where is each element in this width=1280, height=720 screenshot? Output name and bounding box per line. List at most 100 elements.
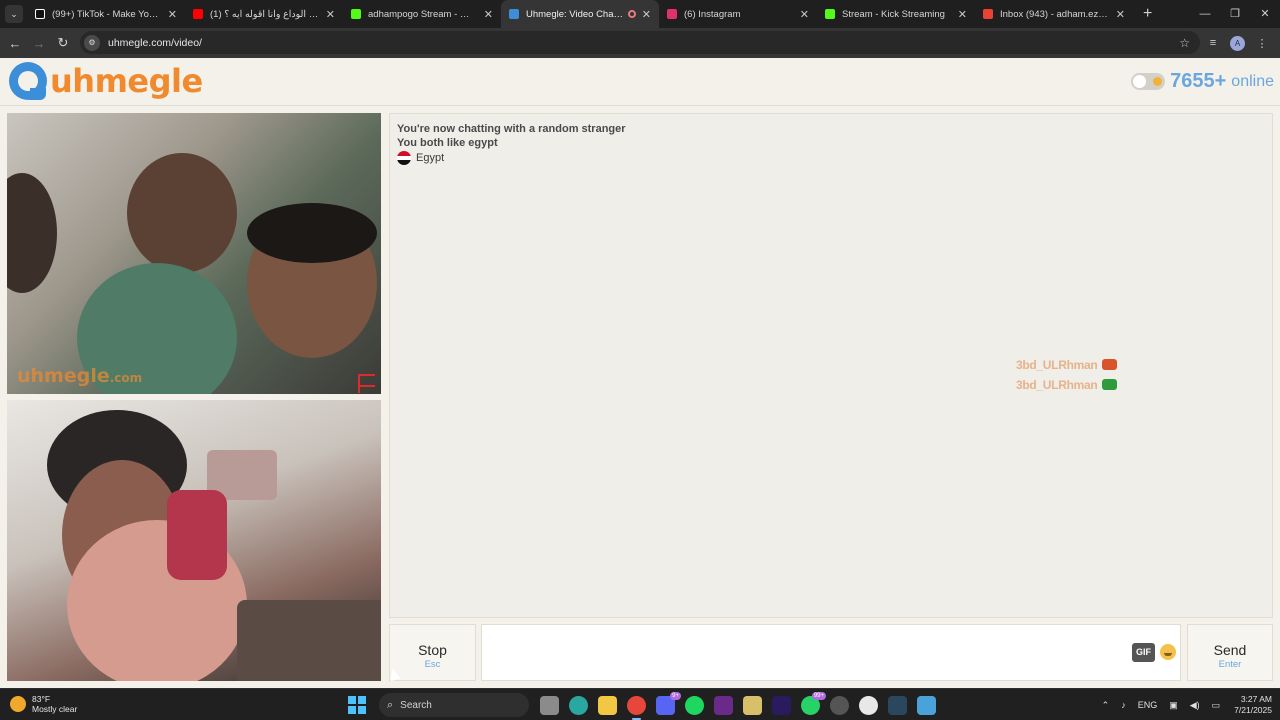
gif-button[interactable]: GIF bbox=[1132, 643, 1155, 662]
tab-label: Uhmegle: Video Chat | Omegle bbox=[526, 8, 624, 20]
stop-label: Stop bbox=[418, 642, 447, 658]
tab-youtube[interactable]: (1) قالي الوداع وانا اقوله ايه ؟ - YouTu… bbox=[185, 0, 343, 28]
tab-label: adhampogo Stream - Watch Live bbox=[368, 8, 478, 20]
site-info-icon[interactable]: ⚙ bbox=[84, 34, 100, 51]
report-flag-icon[interactable] bbox=[358, 374, 375, 393]
chrome-icon[interactable] bbox=[627, 695, 646, 720]
obs-icon[interactable] bbox=[830, 695, 849, 715]
media-controls-icon[interactable]: ≡ bbox=[1201, 37, 1225, 49]
watermark-text: uhmegle bbox=[17, 365, 110, 387]
minimize-icon[interactable]: — bbox=[1190, 0, 1220, 28]
tab-uhmegle[interactable]: Uhmegle: Video Chat | Omegle ✕ bbox=[501, 0, 659, 28]
tab-kick-adhampogo[interactable]: adhampogo Stream - Watch Live ✕ bbox=[343, 0, 501, 28]
video-watermark: uhmegle.com bbox=[17, 365, 142, 387]
recording-icon bbox=[627, 10, 636, 18]
close-icon[interactable]: ✕ bbox=[800, 8, 809, 21]
file-explorer-icon[interactable] bbox=[598, 695, 617, 715]
online-count: 7655+ bbox=[1170, 70, 1227, 92]
spotify-icon[interactable] bbox=[685, 695, 704, 715]
clock-date: 7/21/2025 bbox=[1234, 705, 1272, 715]
taskbar-search[interactable]: ⌕ Search bbox=[379, 693, 529, 717]
restore-icon[interactable]: ❐ bbox=[1220, 0, 1250, 28]
language-indicator[interactable]: ENG bbox=[1138, 700, 1158, 710]
network-icon[interactable]: ▣ bbox=[1169, 700, 1178, 711]
taskbar-apps: ⌕ Search 9+ 99+ bbox=[348, 691, 941, 720]
watermark-suffix: .com bbox=[109, 371, 143, 385]
reload-icon[interactable]: ↻ bbox=[51, 35, 75, 51]
toolbar-actions: ≡ A ⋮ bbox=[1201, 28, 1274, 58]
video-figure bbox=[237, 600, 381, 681]
forward-icon[interactable]: → bbox=[27, 36, 51, 51]
tab-kick-streaming[interactable]: Stream - Kick Streaming ✕ bbox=[817, 0, 975, 28]
close-icon[interactable]: ✕ bbox=[958, 8, 967, 21]
tab-label: Inbox (943) - adham.ezzeldin1 bbox=[1000, 8, 1110, 20]
stranger-country: Egypt bbox=[397, 151, 1265, 165]
battery-icon[interactable]: ▭ bbox=[1212, 700, 1221, 711]
whatsapp-badge: 99+ bbox=[811, 691, 826, 700]
steam-icon[interactable] bbox=[888, 695, 907, 715]
kick-icon bbox=[825, 9, 835, 19]
edge-icon[interactable] bbox=[569, 695, 588, 715]
discord-badge: 9+ bbox=[670, 691, 681, 700]
theme-toggle[interactable] bbox=[1131, 73, 1166, 90]
word-icon[interactable] bbox=[859, 695, 878, 715]
new-tab-button[interactable]: + bbox=[1143, 0, 1152, 28]
tab-list: (99+) TikTok - Make Your Day ✕ (1) قالي ا… bbox=[27, 0, 1133, 28]
message-input[interactable]: GIF bbox=[481, 624, 1181, 681]
bookmark-star-icon[interactable]: ☆ bbox=[1179, 36, 1190, 50]
stop-hint: Esc bbox=[424, 659, 441, 670]
weather-widget[interactable]: 83°F Mostly clear bbox=[10, 694, 77, 714]
tab-instagram[interactable]: (6) Instagram ✕ bbox=[659, 0, 817, 28]
notepad-icon[interactable] bbox=[743, 695, 762, 715]
video-figure bbox=[7, 173, 57, 293]
egypt-flag-icon bbox=[397, 151, 411, 165]
close-icon[interactable]: ✕ bbox=[1116, 8, 1125, 21]
site-header: uhmegle 7655+ online bbox=[0, 58, 1280, 106]
close-icon[interactable]: ✕ bbox=[326, 8, 335, 21]
windows-start-icon[interactable] bbox=[348, 696, 366, 714]
menu-icon[interactable]: ⋮ bbox=[1250, 37, 1274, 50]
visual-studio-icon[interactable] bbox=[714, 695, 733, 715]
close-icon[interactable]: ✕ bbox=[642, 8, 651, 21]
tab-tiktok[interactable]: (99+) TikTok - Make Your Day ✕ bbox=[27, 0, 185, 28]
tab-search-icon[interactable]: ⌄ bbox=[5, 5, 23, 23]
temperature: 83°F bbox=[32, 694, 51, 704]
uhmegle-page: uhmegle 7655+ online uhmegle.com You're … bbox=[0, 58, 1280, 688]
volume-icon[interactable]: ◀) bbox=[1190, 700, 1200, 711]
self-video bbox=[7, 400, 381, 681]
send-label: Send bbox=[1213, 642, 1247, 658]
tab-label: Stream - Kick Streaming bbox=[842, 8, 945, 20]
tray-overflow-icon[interactable]: ⌃ bbox=[1102, 700, 1110, 711]
chat-log: You're now chatting with a random strang… bbox=[389, 113, 1273, 618]
whatsapp-icon[interactable]: 99+ bbox=[801, 691, 826, 715]
tab-gmail[interactable]: Inbox (943) - adham.ezzeldin1 ✕ bbox=[975, 0, 1133, 28]
online-indicator: 7655+ online bbox=[1131, 70, 1274, 93]
premiere-icon[interactable] bbox=[772, 695, 791, 715]
stop-button[interactable]: Stop Esc bbox=[389, 624, 476, 681]
close-window-icon[interactable]: ✕ bbox=[1250, 0, 1280, 28]
browser-toolbar: ← → ↻ ⚙ uhmegle.com/video/ ☆ ≡ A ⋮ bbox=[0, 28, 1280, 58]
tab-label: (6) Instagram bbox=[684, 8, 741, 20]
close-icon[interactable]: ✕ bbox=[484, 8, 493, 21]
stranger-video: uhmegle.com bbox=[7, 113, 381, 394]
back-icon[interactable]: ← bbox=[3, 36, 27, 51]
url-text[interactable]: uhmegle.com/video/ bbox=[108, 37, 202, 49]
youtube-icon bbox=[193, 9, 203, 19]
tab-label: (99+) TikTok - Make Your Day bbox=[52, 8, 162, 20]
send-button[interactable]: Send Enter bbox=[1187, 624, 1273, 681]
profile-avatar[interactable]: A bbox=[1230, 35, 1245, 51]
close-icon[interactable]: ✕ bbox=[168, 8, 177, 21]
address-bar[interactable]: ⚙ uhmegle.com/video/ ☆ bbox=[80, 31, 1200, 54]
logo-text[interactable]: uhmegle bbox=[50, 62, 203, 100]
task-view-icon[interactable] bbox=[540, 695, 559, 715]
notes-icon[interactable] bbox=[917, 695, 936, 715]
clock[interactable]: 3:27 AM 7/21/2025 bbox=[1234, 694, 1272, 716]
discord-icon[interactable]: 9+ bbox=[656, 691, 681, 715]
emoji-picker-icon[interactable] bbox=[1160, 644, 1176, 660]
browser-tab-strip: ⌄ (99+) TikTok - Make Your Day ✕ (1) قالي… bbox=[0, 0, 1280, 28]
tiktok-icon bbox=[35, 9, 45, 19]
instagram-icon bbox=[667, 9, 677, 19]
microphone-icon[interactable]: ♪ bbox=[1121, 700, 1126, 710]
overlay-username: 3bd_ULRhman bbox=[1016, 358, 1118, 372]
send-hint: Enter bbox=[1218, 659, 1242, 670]
